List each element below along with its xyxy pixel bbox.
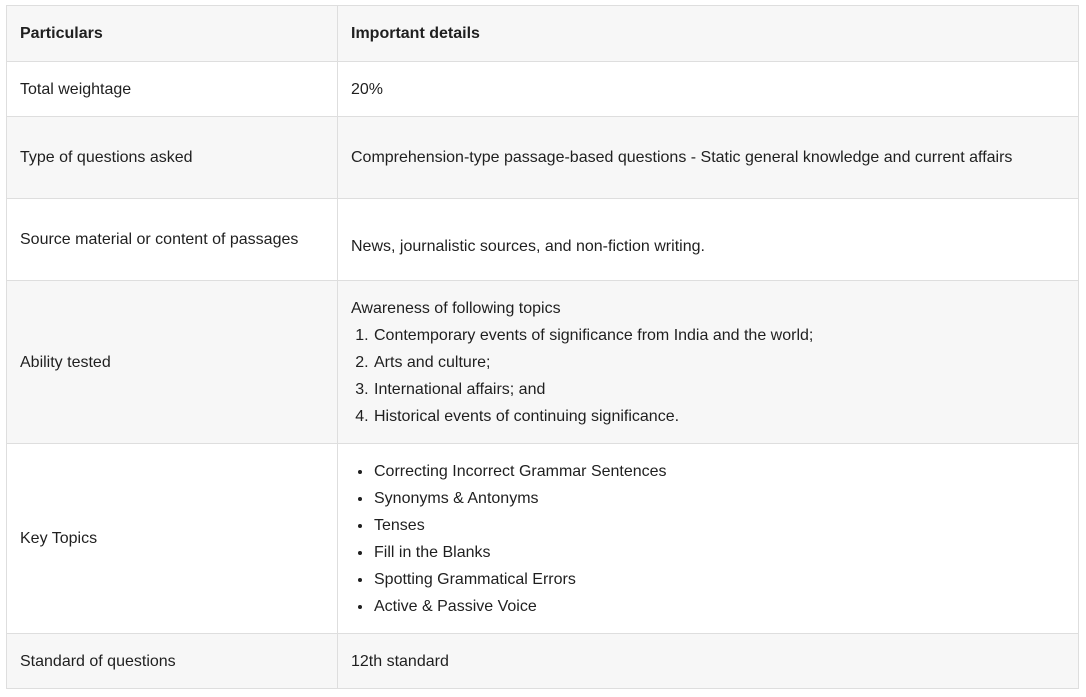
row-label-source-material: Source material or content of passages [6, 198, 338, 281]
row-label-total-weightage: Total weightage [6, 61, 338, 117]
row-label-ability-tested: Ability tested [6, 280, 338, 444]
header-particulars: Particulars [6, 5, 338, 62]
table-row: Total weightage 20% [6, 61, 1079, 117]
row-value-key-topics: Correcting Incorrect Grammar Sentences S… [337, 443, 1079, 634]
row-label-key-topics: Key Topics [6, 443, 338, 634]
row-value-total-weightage: 20% [337, 61, 1079, 117]
key-topics-list: Correcting Incorrect Grammar Sentences S… [351, 458, 1065, 620]
row-value-ability-tested: Awareness of following topics Contempora… [337, 280, 1079, 444]
row-value-standard: 12th standard [337, 633, 1079, 689]
list-item: International affairs; and [373, 376, 1065, 403]
list-item: Synonyms & Antonyms [373, 485, 1065, 512]
page: Particulars Important details Total weig… [0, 0, 1086, 697]
row-label-standard: Standard of questions [6, 633, 338, 689]
source-material-text: News, journalistic sources, and non-fict… [351, 237, 705, 255]
list-item: Tenses [373, 512, 1065, 539]
table-row: Standard of questions 12th standard [6, 633, 1079, 689]
table-row: Ability tested Awareness of following to… [6, 280, 1079, 444]
table-header-row: Particulars Important details [6, 5, 1079, 62]
list-item: Arts and culture; [373, 349, 1065, 376]
list-item: Contemporary events of significance from… [373, 322, 1065, 349]
row-label-question-type: Type of questions asked [6, 116, 338, 199]
list-item: Spotting Grammatical Errors [373, 566, 1065, 593]
table-row: Type of questions asked Comprehension-ty… [6, 116, 1079, 199]
ability-intro: Awareness of following topics [351, 299, 561, 317]
list-item: Active & Passive Voice [373, 593, 1065, 620]
header-important-details: Important details [337, 5, 1079, 62]
list-item: Correcting Incorrect Grammar Sentences [373, 458, 1065, 485]
table-row: Key Topics Correcting Incorrect Grammar … [6, 443, 1079, 634]
list-item: Fill in the Blanks [373, 539, 1065, 566]
details-table: Particulars Important details Total weig… [6, 5, 1079, 689]
ability-list: Contemporary events of significance from… [351, 322, 1065, 430]
row-value-source-material: News, journalistic sources, and non-fict… [337, 198, 1079, 281]
table-row: Source material or content of passages N… [6, 198, 1079, 281]
row-value-question-type: Comprehension-type passage-based questio… [337, 116, 1079, 199]
list-item: Historical events of continuing signific… [373, 403, 1065, 430]
